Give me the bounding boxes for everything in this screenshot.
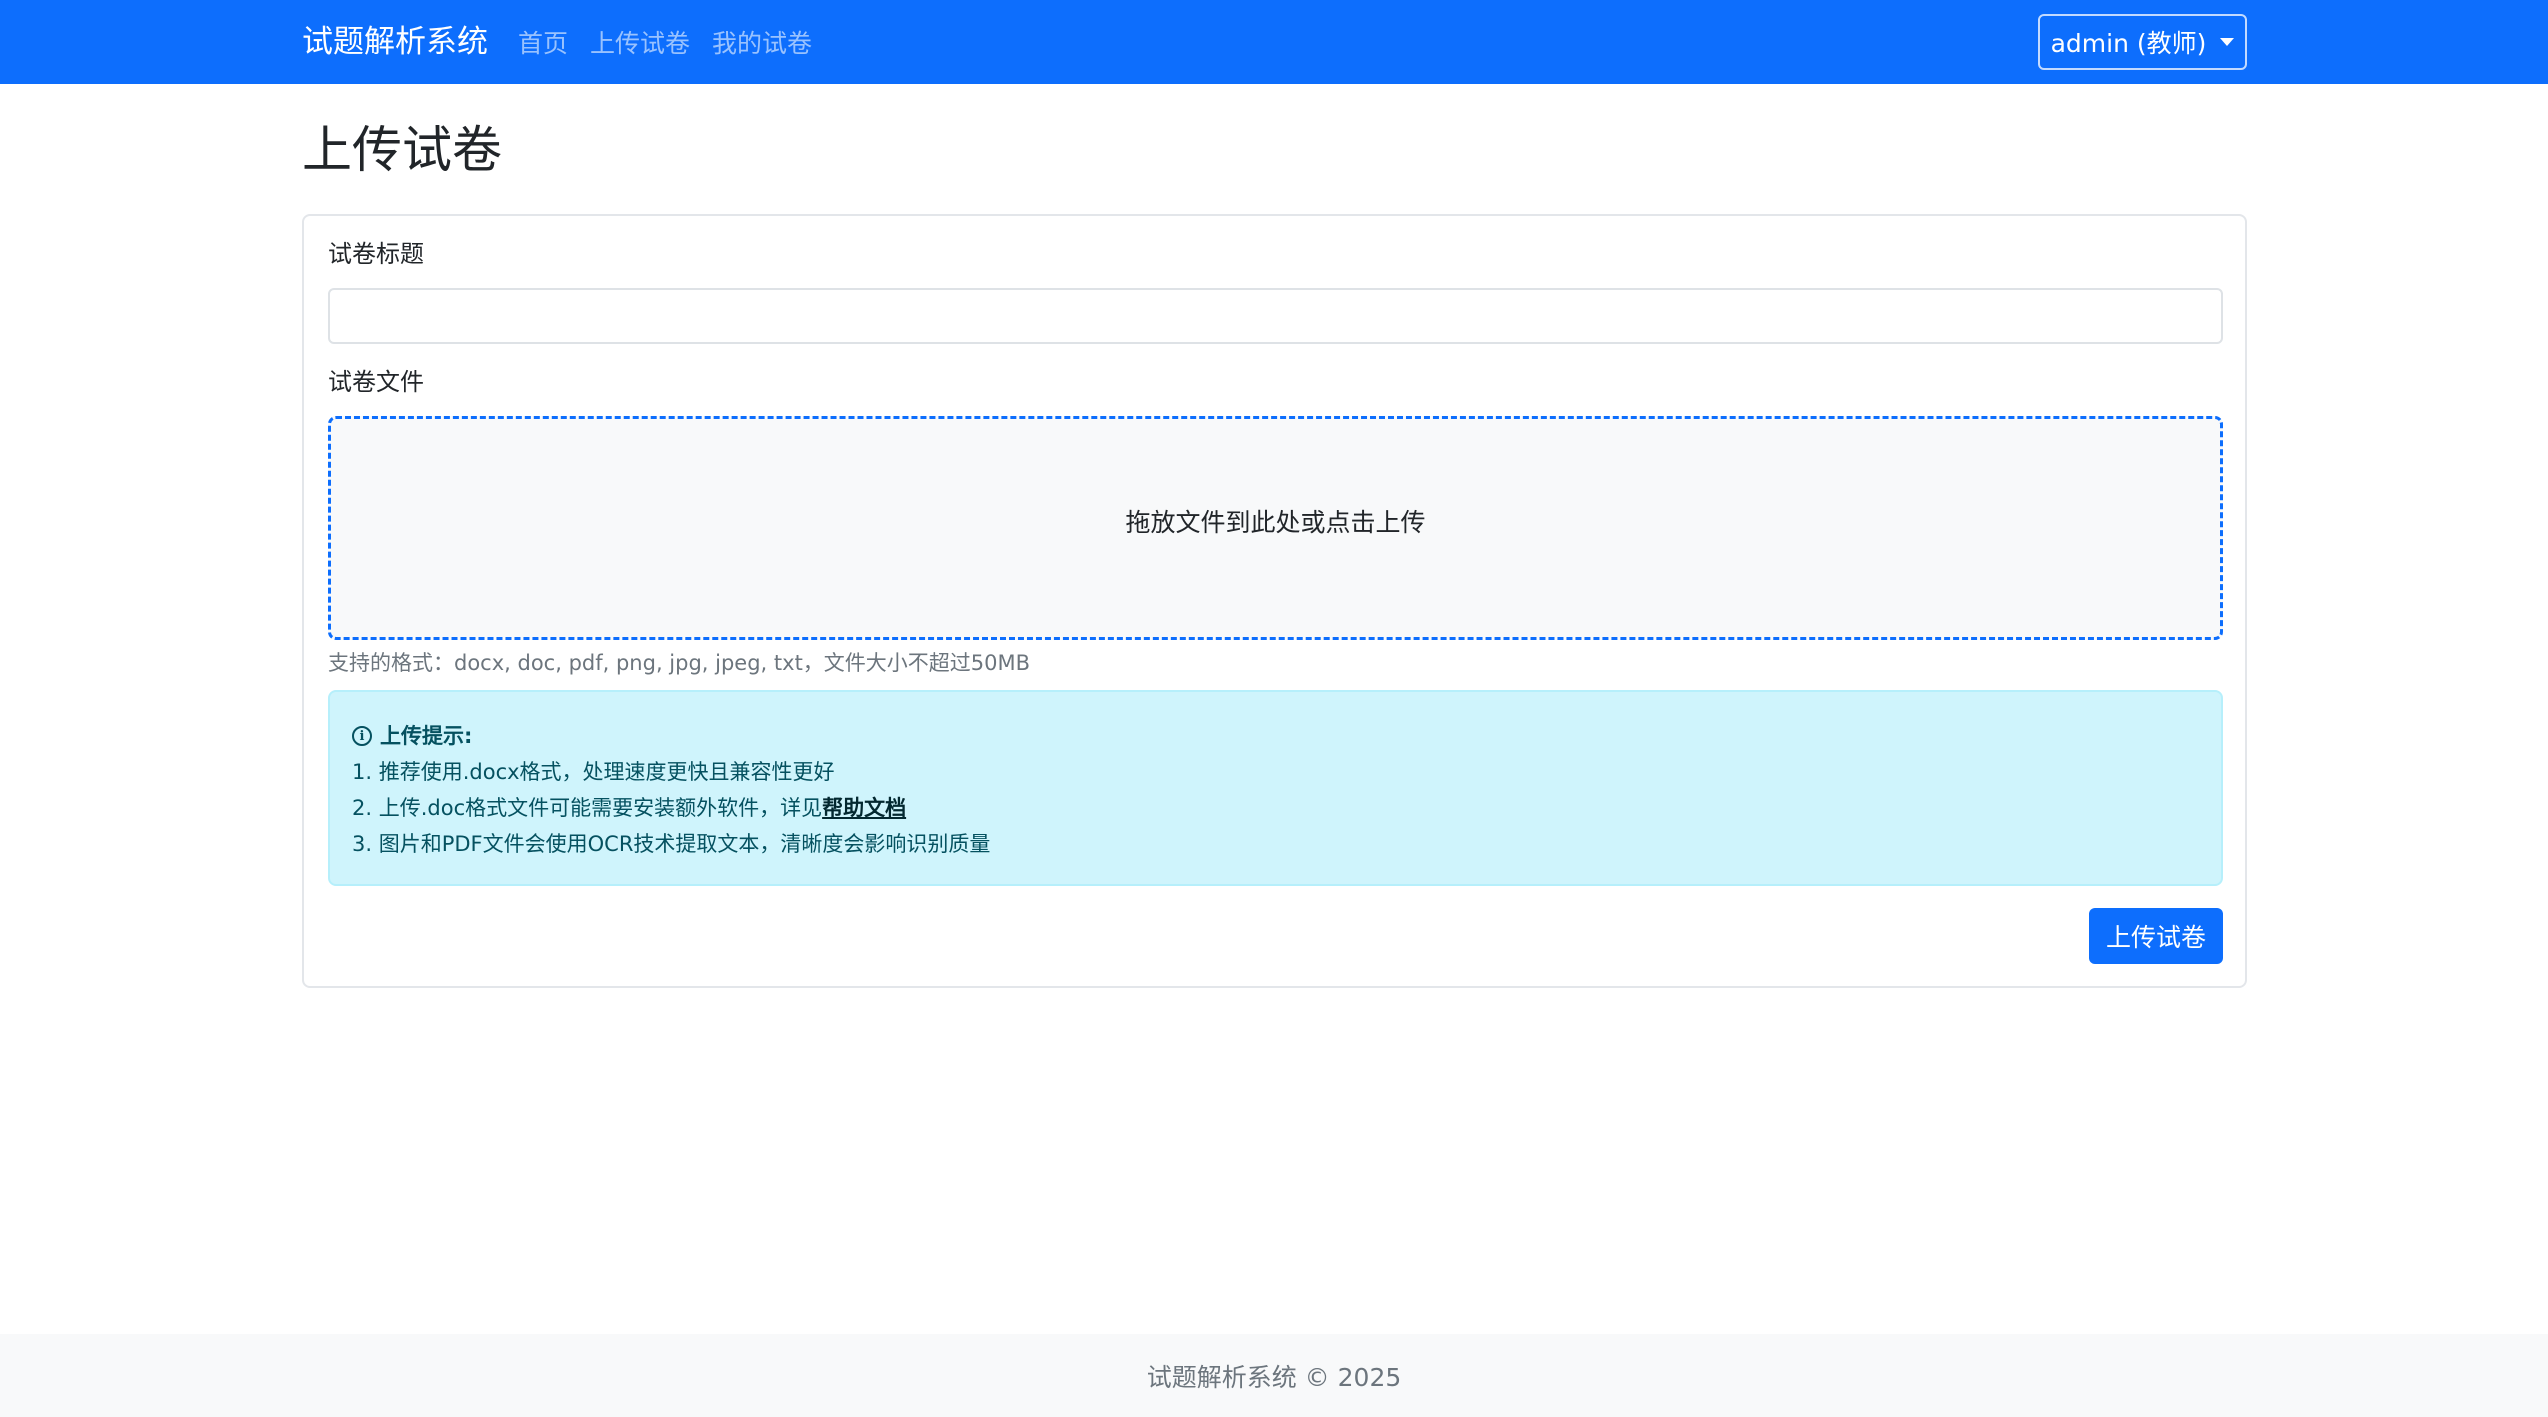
title-label: 试卷标题 [328, 240, 424, 268]
paper-title-input[interactable] [328, 288, 2223, 344]
page-footer: 试题解析系统 © 2025 [0, 1334, 2548, 1417]
file-dropzone[interactable]: 拖放文件到此处或点击上传 [328, 416, 2223, 640]
upload-submit-button[interactable]: 上传试卷 [2089, 908, 2223, 964]
file-label: 试卷文件 [328, 368, 424, 396]
top-navbar: 试题解析系统 首页 上传试卷 我的试卷 admin (教师) [0, 0, 2548, 84]
help-docs-link[interactable]: 帮助文档 [822, 796, 906, 820]
nav-link-my-papers[interactable]: 我的试卷 [712, 24, 812, 60]
alert-tip-2-text: 2. 上传.doc格式文件可能需要安装额外软件，详见 [352, 796, 823, 820]
footer-text: 试题解析系统 © 2025 [1146, 1362, 1402, 1392]
upload-tips-alert: i 上传提示: 1. 推荐使用.docx格式，处理速度更快且兼容性更好 2. 上… [328, 690, 2223, 886]
dropzone-text: 拖放文件到此处或点击上传 [1125, 508, 1426, 537]
nav-link-upload[interactable]: 上传试卷 [590, 24, 690, 60]
page-title: 上传试卷 [302, 121, 502, 179]
brand-link[interactable]: 试题解析系统 [302, 18, 488, 66]
info-circle-icon: i [352, 726, 372, 746]
alert-tip-3: 3. 图片和PDF文件会使用OCR技术提取文本，清晰度会影响识别质量 [352, 832, 991, 856]
format-help-text: 支持的格式：docx, doc, pdf, png, jpg, jpeg, tx… [328, 651, 1031, 675]
alert-tip-2: 2. 上传.doc格式文件可能需要安装额外软件，详见帮助文档 [352, 790, 2199, 826]
nav-link-home[interactable]: 首页 [518, 24, 568, 60]
alert-heading: 上传提示: [380, 724, 473, 748]
user-menu-label: admin (教师) [2050, 29, 2207, 58]
user-menu-button[interactable]: admin (教师) [2038, 14, 2247, 70]
caret-down-icon [2220, 38, 2235, 46]
nav-links: 首页 上传试卷 我的试卷 [518, 18, 834, 66]
alert-tip-1: 1. 推荐使用.docx格式，处理速度更快且兼容性更好 [352, 760, 835, 784]
upload-form-card: 试卷标题 试卷文件 拖放文件到此处或点击上传 支持的格式：docx, doc, … [302, 214, 2247, 988]
